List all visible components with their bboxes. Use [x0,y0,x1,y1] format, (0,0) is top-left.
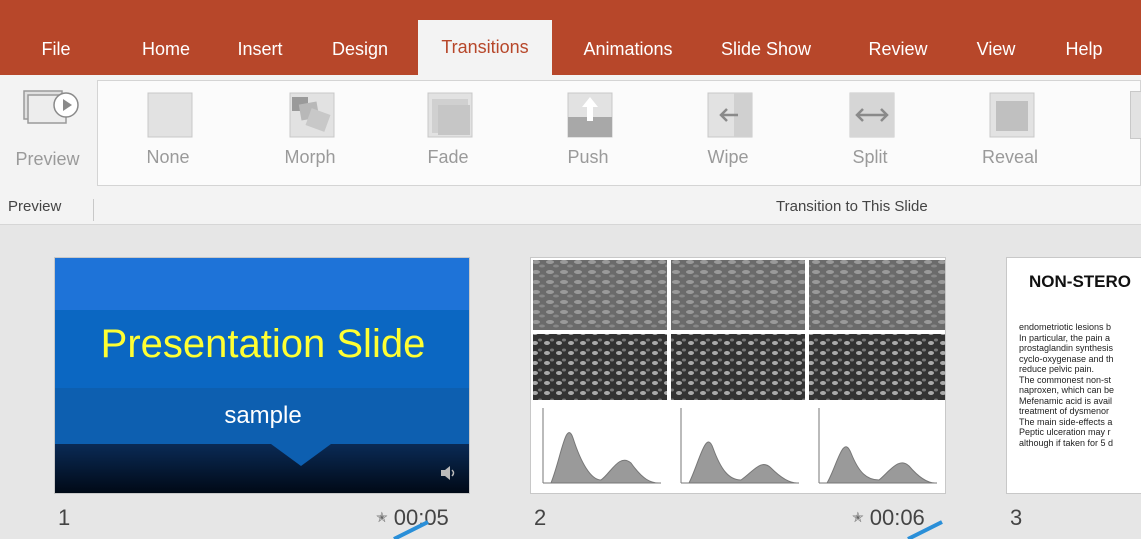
body-line: reduce pelvic pain. [1019,364,1095,374]
slide-title: NON-STERO [1029,272,1131,291]
tab-insert[interactable]: Insert [222,30,298,75]
pointer-arrow [393,520,429,539]
slide-number-1: 1 [58,505,71,530]
body-line: The main side-effects a [1019,416,1113,427]
body-line: In particular, the pain a [1019,332,1111,343]
tab-review[interactable]: Review [856,30,940,75]
slide-number-3: 3 [1010,505,1023,530]
tab-file[interactable]: File [24,30,88,75]
body-line: naproxen, which can be [1019,385,1115,395]
slide-subtitle: sample [224,402,302,429]
none-icon [147,92,193,138]
speaker-icon [441,466,455,480]
transition-label: Wipe [707,147,749,167]
body-line: The commonest non-st [1019,374,1112,385]
slide-image-grid [533,260,945,484]
transition-morph[interactable]: Morph [250,81,370,186]
transition-label: Fade [427,147,469,167]
transition-label: Reveal [981,147,1039,167]
body-line: Mefenamic acid is avail [1019,395,1113,406]
transition-none[interactable]: None [108,81,228,186]
wipe-icon [707,92,753,138]
preview-icon [23,90,79,124]
transition-wipe[interactable]: Wipe [668,81,788,186]
slide-thumbnail-1[interactable]: Presentation Slide sample [54,257,470,494]
ribbon-panel: Preview None Morph Fade Push Wipe Split … [0,75,1141,225]
tab-design[interactable]: Design [316,30,404,75]
preview-button[interactable]: Preview [10,83,85,183]
ribbon-tab-bar: File Home Insert Design Transitions Anim… [0,0,1141,75]
reveal-icon [989,92,1035,138]
tab-help[interactable]: Help [1054,30,1114,75]
transition-label: Push [567,147,609,167]
transition-star-icon: ✭ [376,509,388,525]
more-transitions-edge [1130,91,1141,139]
slide-decor-triangle [271,444,331,466]
slide-top-band [55,258,469,310]
transition-label: Morph [284,147,336,167]
group-separator [93,199,94,221]
slide-title: Presentation Slide [100,322,426,366]
transition-label: None [146,147,190,167]
tab-home[interactable]: Home [124,30,208,75]
slide-bottom-band [55,444,469,493]
body-line: prostaglandin synthesis [1019,343,1114,353]
transition-label: Split [852,147,888,167]
tab-view[interactable]: View [966,30,1026,75]
morph-icon [289,92,335,138]
slide-number-2: 2 [534,505,547,530]
push-icon [567,92,613,138]
transition-fade[interactable]: Fade [388,81,508,186]
tab-slide-show[interactable]: Slide Show [704,30,828,75]
slide-thumbnail-2[interactable] [530,257,946,494]
fade-icon [427,92,473,138]
transition-reveal[interactable]: Reveal [950,81,1070,186]
transition-group-label: Transition to This Slide [776,198,928,215]
transition-star-icon: ✭ [852,509,864,525]
transition-split[interactable]: Split [810,81,930,186]
pointer-arrow [907,520,943,539]
body-line: Peptic ulceration may r [1019,427,1111,437]
transition-push[interactable]: Push [528,81,648,186]
transition-gallery: None Morph Fade Push Wipe Split Reveal [97,80,1141,186]
body-line: although if taken for 5 d [1019,437,1114,448]
split-icon [849,92,895,138]
slide-body-text: endometriotic lesions b In particular, t… [1019,322,1114,448]
slide-thumbnail-3[interactable]: NON-STERO endometriotic lesions b In par… [1006,257,1141,494]
tab-transitions[interactable]: Transitions [418,20,552,75]
preview-group-label: Preview [8,198,62,215]
body-line: cyclo-oxygenase and th [1019,353,1114,364]
body-line: treatment of dysmenor [1019,406,1110,416]
preview-button-label: Preview [15,149,80,169]
tab-animations[interactable]: Animations [566,30,690,75]
body-line: endometriotic lesions b [1019,322,1112,332]
